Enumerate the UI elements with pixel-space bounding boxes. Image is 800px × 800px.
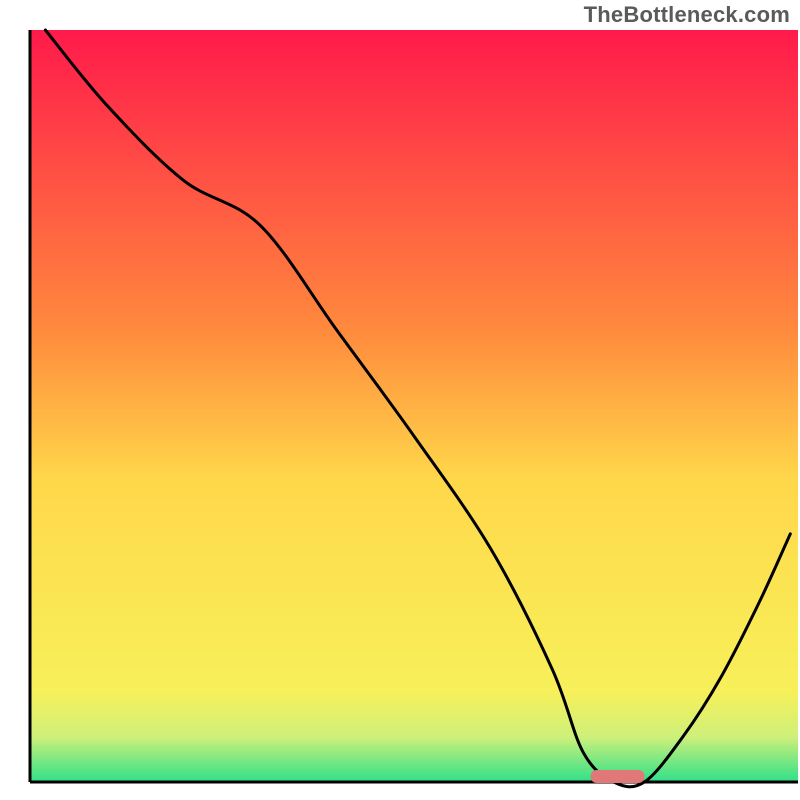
gradient-background	[30, 30, 798, 782]
chart-container: TheBottleneck.com	[0, 0, 800, 800]
watermark-text: TheBottleneck.com	[584, 2, 790, 28]
bottleneck-chart	[0, 0, 800, 800]
optimal-range-marker	[591, 770, 645, 783]
